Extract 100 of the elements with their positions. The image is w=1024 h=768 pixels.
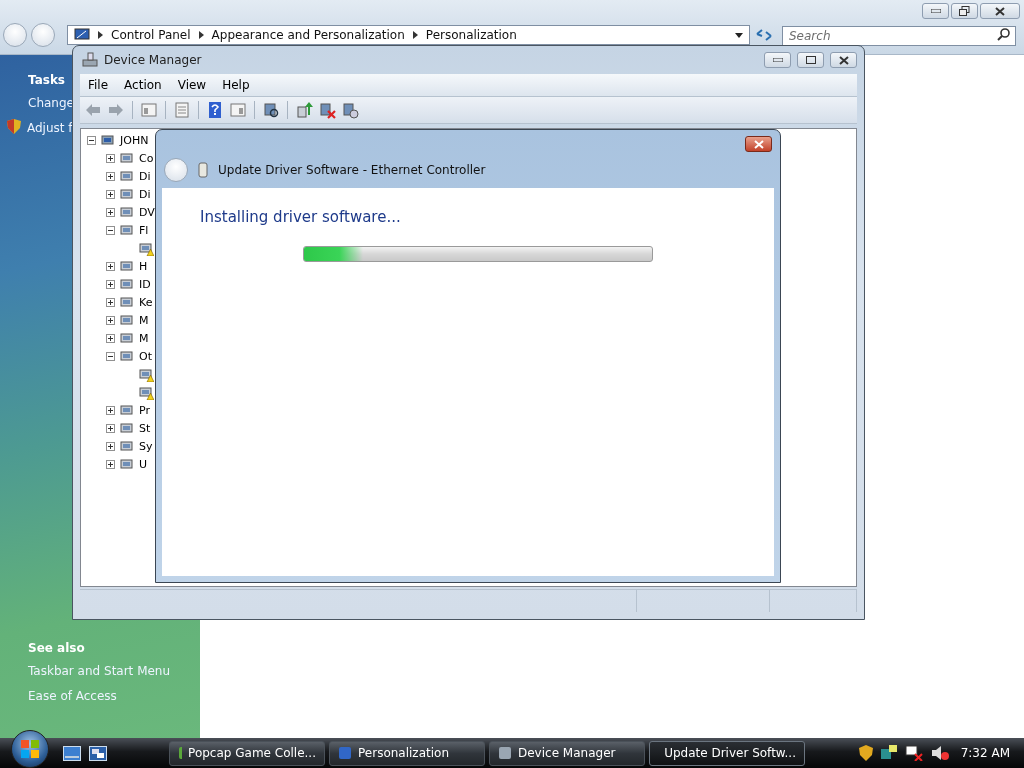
tree-item[interactable]: Ot [139,349,152,363]
expand-toggle[interactable] [106,441,115,451]
chevron-icon [98,31,103,39]
shield-icon [7,119,21,134]
close-button[interactable] [980,3,1020,19]
taskbar-button[interactable]: Update Driver Softw... [649,740,805,766]
show-desktop-icon[interactable] [63,745,81,761]
restore-icon [959,6,970,16]
expand-toggle[interactable] [106,261,115,271]
expand-toggle[interactable] [106,459,115,469]
device-icon [119,258,135,274]
network-status-icon[interactable] [880,745,897,761]
tree-item[interactable]: M [139,331,149,345]
restore-button[interactable] [951,3,978,19]
uninstall-icon[interactable] [318,101,336,119]
tree-item[interactable]: Pr [139,403,150,417]
panel-icon[interactable] [229,101,247,119]
sidebar-heading: Tasks [28,73,65,87]
tree-item[interactable]: M [139,313,149,327]
close-button[interactable] [830,52,857,68]
dropdown-icon[interactable] [735,32,743,38]
clock: 7:32 AM [960,746,1010,760]
sidebar-heading: See also [28,641,85,655]
scan-icon[interactable] [262,101,280,119]
windows-logo-icon [21,740,39,758]
volume-muted-icon[interactable] [930,745,949,761]
minimize-button[interactable] [764,52,791,68]
device-icon [119,420,135,436]
tree-item[interactable]: U [139,457,148,471]
close-button[interactable] [745,136,772,152]
device-icon [119,330,135,346]
security-shield-icon[interactable] [858,745,873,761]
tree-item[interactable]: Co [139,151,154,165]
device-icon [119,312,135,328]
status-heading: Installing driver software... [200,208,402,226]
expand-toggle[interactable] [106,423,115,433]
expand-toggle[interactable] [106,405,115,415]
device-icon [119,150,135,166]
refresh-icon[interactable] [754,27,774,43]
menu-item[interactable]: Help [214,78,258,92]
breadcrumb-link[interactable]: Personalization [425,28,517,42]
expand-toggle[interactable] [106,189,115,199]
tree-item[interactable]: H [139,259,148,273]
expand-toggle[interactable] [106,225,115,235]
switch-windows-icon[interactable] [89,745,107,761]
device-icon [119,402,135,418]
breadcrumb-link[interactable]: Control Panel [111,28,191,42]
tree-item[interactable]: Di [139,169,151,183]
network-disconnected-icon[interactable] [904,745,923,761]
search-field[interactable]: Search [782,26,1016,46]
tree-item[interactable]: Sy [139,439,153,453]
device-icon [119,294,135,310]
expand-toggle[interactable] [106,315,115,325]
expand-toggle[interactable] [106,279,115,289]
device-icon [119,276,135,292]
device-icon [119,456,135,472]
maximize-icon [805,56,816,64]
maximize-button[interactable] [797,52,824,68]
device-manager-icon [82,52,98,68]
window-title: Device Manager [104,53,203,67]
chevron-icon [412,31,418,39]
taskbar-button[interactable]: Popcap Game Colle... [169,740,325,766]
close-icon [753,139,764,149]
tree-item[interactable]: Di [139,187,151,201]
tree-item[interactable]: ID [139,277,151,291]
expand-toggle[interactable] [106,297,115,307]
update-driver-icon[interactable] [295,101,313,119]
minimize-icon [772,58,783,62]
dialog-title: Update Driver Software - Ethernet Controller [218,163,486,177]
panel-icon[interactable] [140,101,158,119]
app-icon [338,746,352,760]
tree-item[interactable]: JOHN [120,133,149,147]
ethernet-icon [198,162,208,178]
expand-toggle[interactable] [106,207,115,217]
task-link[interactable]: Change [28,94,74,112]
tree-item[interactable]: DV [139,205,155,219]
close-icon [838,55,849,65]
disable-icon[interactable] [341,101,359,119]
expand-toggle[interactable] [106,351,115,361]
device-icon [119,168,135,184]
device-icon [119,438,135,454]
menu-item[interactable]: View [169,78,215,92]
menu-item[interactable]: File [80,78,117,92]
minimize-icon [930,9,941,13]
device-icon [119,222,135,238]
help-icon[interactable] [206,101,224,119]
tree-item[interactable]: St [139,421,151,435]
start-button[interactable] [11,730,49,768]
taskbar-button[interactable]: Device Manager [489,740,645,766]
taskbar-button[interactable]: Personalization [329,740,485,766]
tree-item[interactable]: Ke [139,295,153,309]
app-icon [178,746,183,760]
expand-toggle[interactable] [106,171,115,181]
breadcrumb-link[interactable]: Appearance and Personalization [211,28,405,42]
menu-item[interactable]: Action [116,78,170,92]
expand-toggle[interactable] [106,153,115,163]
expand-toggle[interactable] [87,135,96,145]
monitor-icon [74,28,90,42]
tree-item[interactable]: Fl [139,223,149,237]
expand-toggle[interactable] [106,333,115,343]
